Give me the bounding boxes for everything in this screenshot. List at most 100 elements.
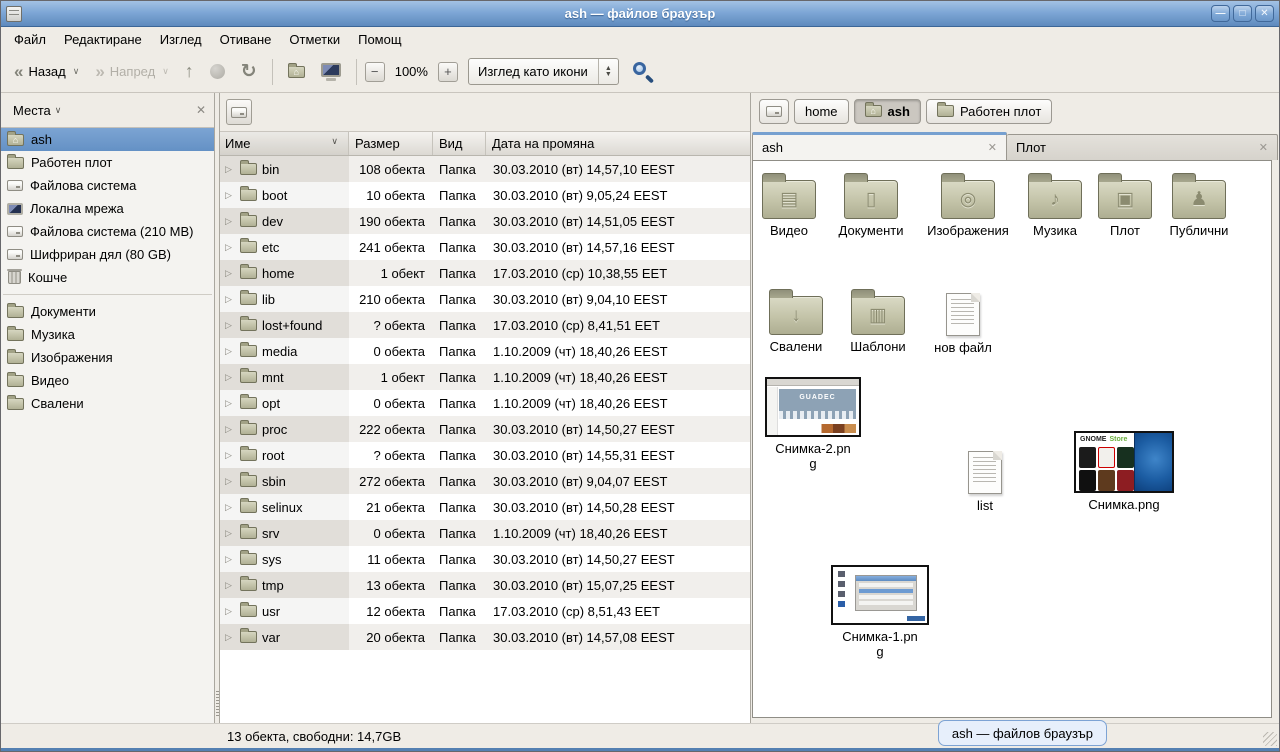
expander-icon[interactable]: ▷ <box>225 424 235 435</box>
expander-icon[interactable]: ▷ <box>225 502 235 513</box>
expander-icon[interactable]: ▷ <box>225 476 235 487</box>
column-header-name[interactable]: Име ∨ <box>220 132 349 155</box>
expander-icon[interactable]: ▷ <box>225 554 235 565</box>
menu-item-3[interactable]: Отиване <box>211 29 281 50</box>
expander-icon[interactable]: ▷ <box>225 632 235 643</box>
expander-icon[interactable]: ▷ <box>225 320 235 331</box>
icon-item-Снимка-1.png[interactable]: Снимка-1.png <box>827 565 933 659</box>
sidebar-item-Музика[interactable]: Музика <box>1 323 214 346</box>
icon-item-Снимка.png[interactable]: GNOMEStoreСнимка.png <box>1069 431 1179 512</box>
sidebar-close-icon[interactable]: ✕ <box>196 103 206 117</box>
zoom-out-button[interactable]: − <box>365 62 385 82</box>
up-button[interactable]: ↑ <box>178 56 201 87</box>
expander-icon[interactable]: ▷ <box>225 268 235 279</box>
root-location-button[interactable] <box>226 99 252 125</box>
table-row[interactable]: ▷usr12 обектаПапка17.03.2010 (ср) 8,51,4… <box>220 598 750 624</box>
home-button[interactable]: ⌂ <box>281 61 312 83</box>
expander-icon[interactable]: ▷ <box>225 190 235 201</box>
spinner-icon[interactable]: ▲▼ <box>598 59 618 84</box>
sidebar-item-Свалени[interactable]: Свалени <box>1 392 214 415</box>
column-header-size[interactable]: Размер <box>349 132 433 155</box>
tab-ash[interactable]: ash✕ <box>752 132 1007 160</box>
icon-item-Плот[interactable]: ▣Плот <box>1095 171 1155 238</box>
menu-item-0[interactable]: Файл <box>5 29 55 50</box>
icon-item-Видео[interactable]: ▤Видео <box>756 171 822 238</box>
expander-icon[interactable]: ▷ <box>225 528 235 539</box>
expander-icon[interactable]: ▷ <box>225 450 235 461</box>
table-row[interactable]: ▷sbin272 обектаПапка30.03.2010 (вт) 9,04… <box>220 468 750 494</box>
table-row[interactable]: ▷dev190 обектаПапка30.03.2010 (вт) 14,51… <box>220 208 750 234</box>
icon-item-Документи[interactable]: ▯Документи <box>827 171 915 238</box>
back-dropdown-icon[interactable]: ∨ <box>73 66 80 77</box>
expander-icon[interactable]: ▷ <box>225 398 235 409</box>
breadcrumb-ash[interactable]: ⌂ash <box>854 99 921 124</box>
view-mode-select[interactable]: Изглед като икони ▲▼ <box>468 58 619 85</box>
table-row[interactable]: ▷srv0 обектаПапка1.10.2009 (чт) 18,40,26… <box>220 520 750 546</box>
back-button[interactable]: « Назад ∨ <box>7 59 86 84</box>
forward-dropdown-icon[interactable]: ∨ <box>162 66 169 77</box>
table-row[interactable]: ▷opt0 обектаПапка1.10.2009 (чт) 18,40,26… <box>220 390 750 416</box>
icon-item-Снимка-2.png[interactable]: GUADECСнимка-2.png <box>761 377 865 471</box>
sidebar-item-Файлова система (210 MB)[interactable]: Файлова система (210 MB) <box>1 220 214 243</box>
icon-view[interactable]: ▤Видео▯Документи◎Изображения♪Музика▣Плот… <box>752 160 1272 718</box>
sidebar-item-ash[interactable]: ⌂ash <box>1 128 214 151</box>
menu-item-5[interactable]: Помощ <box>349 29 410 50</box>
sidebar-item-Документи[interactable]: Документи <box>1 300 214 323</box>
table-row[interactable]: ▷bin108 обектаПапка30.03.2010 (вт) 14,57… <box>220 156 750 182</box>
table-row[interactable]: ▷var20 обектаПапка30.03.2010 (вт) 14,57,… <box>220 624 750 650</box>
expander-icon[interactable]: ▷ <box>225 216 235 227</box>
table-row[interactable]: ▷selinux21 обектаПапка30.03.2010 (вт) 14… <box>220 494 750 520</box>
sidebar-item-Работен плот[interactable]: Работен плот <box>1 151 214 174</box>
minimize-button[interactable]: — <box>1211 5 1230 22</box>
icon-item-Изображения[interactable]: ◎Изображения <box>923 171 1013 238</box>
pane-splitter[interactable] <box>215 93 220 723</box>
expander-icon[interactable]: ▷ <box>225 346 235 357</box>
breadcrumb-Работен плот[interactable]: Работен плот <box>926 99 1052 124</box>
sidebar-item-Видео[interactable]: Видео <box>1 369 214 392</box>
expander-icon[interactable]: ▷ <box>225 372 235 383</box>
icon-item-Музика[interactable]: ♪Музика <box>1019 171 1091 238</box>
table-row[interactable]: ▷boot10 обектаПапка30.03.2010 (вт) 9,05,… <box>220 182 750 208</box>
table-row[interactable]: ▷root? обектаПапка30.03.2010 (вт) 14,55,… <box>220 442 750 468</box>
tab-close-icon[interactable]: ✕ <box>1259 141 1268 154</box>
sidebar-item-Кошче[interactable]: Кошче <box>1 266 214 289</box>
titlebar[interactable]: ash — файлов браузър —□✕ <box>1 1 1279 27</box>
sidebar-item-Изображения[interactable]: Изображения <box>1 346 214 369</box>
table-row[interactable]: ▷mnt1 обектПапка1.10.2009 (чт) 18,40,26 … <box>220 364 750 390</box>
table-row[interactable]: ▷lost+found? обектаПапка17.03.2010 (ср) … <box>220 312 750 338</box>
stop-button[interactable] <box>203 59 232 84</box>
search-button[interactable] <box>631 60 655 84</box>
icon-item-нов файл[interactable]: нов файл <box>923 287 1003 355</box>
menu-item-1[interactable]: Редактиране <box>55 29 151 50</box>
expander-icon[interactable]: ▷ <box>225 294 235 305</box>
sidebar-item-Шифриран дял (80 GB)[interactable]: Шифриран дял (80 GB) <box>1 243 214 266</box>
maximize-button[interactable]: □ <box>1233 5 1252 22</box>
expander-icon[interactable]: ▷ <box>225 164 235 175</box>
table-row[interactable]: ▷etc241 обектаПапка30.03.2010 (вт) 14,57… <box>220 234 750 260</box>
taskbar-window-button[interactable]: ash — файлов браузър <box>938 720 1107 746</box>
table-row[interactable]: ▷home1 обектПапка17.03.2010 (ср) 10,38,5… <box>220 260 750 286</box>
zoom-in-button[interactable]: + <box>438 62 458 82</box>
icon-item-list[interactable]: list <box>951 445 1019 513</box>
table-row[interactable]: ▷proc222 обектаПапка30.03.2010 (вт) 14,5… <box>220 416 750 442</box>
table-row[interactable]: ▷media0 обектаПапка1.10.2009 (чт) 18,40,… <box>220 338 750 364</box>
reload-button[interactable]: ↻ <box>234 55 264 88</box>
icon-item-Публични[interactable]: ♟Публични <box>1157 171 1241 238</box>
expander-icon[interactable]: ▷ <box>225 606 235 617</box>
sidebar-header[interactable]: Места ∨ ✕ <box>1 93 214 127</box>
resize-grip[interactable] <box>1263 732 1277 746</box>
table-row[interactable]: ▷sys11 обектаПапка30.03.2010 (вт) 14,50,… <box>220 546 750 572</box>
breadcrumb-home[interactable]: home <box>794 99 849 124</box>
column-header-date[interactable]: Дата на промяна <box>486 132 750 155</box>
expander-icon[interactable]: ▷ <box>225 242 235 253</box>
table-row[interactable]: ▷tmp13 обектаПапка30.03.2010 (вт) 15,07,… <box>220 572 750 598</box>
expander-icon[interactable]: ▷ <box>225 580 235 591</box>
sidebar-item-Файлова система[interactable]: Файлова система <box>1 174 214 197</box>
tab-close-icon[interactable]: ✕ <box>988 141 997 154</box>
forward-button[interactable]: » Напред ∨ <box>88 59 175 84</box>
menu-item-2[interactable]: Изглед <box>151 29 211 50</box>
sidebar-item-Локална мрежа[interactable]: Локална мрежа <box>1 197 214 220</box>
column-header-type[interactable]: Вид <box>433 132 486 155</box>
close-button[interactable]: ✕ <box>1255 5 1274 22</box>
table-row[interactable]: ▷lib210 обектаПапка30.03.2010 (вт) 9,04,… <box>220 286 750 312</box>
